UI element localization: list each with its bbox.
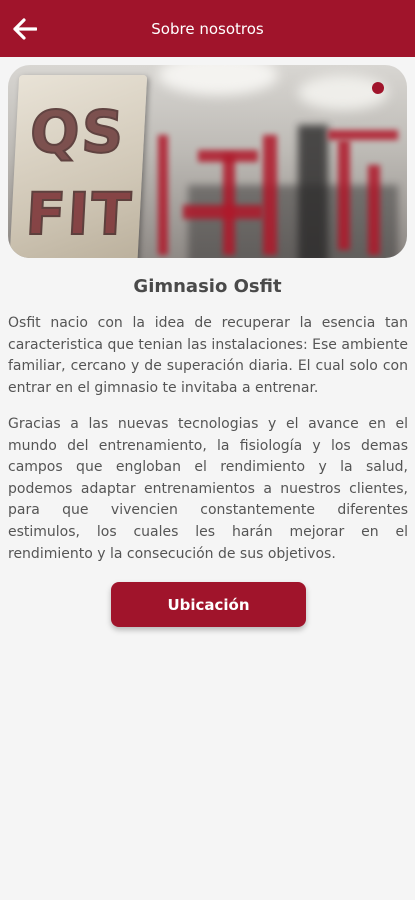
gym-rack [183,205,263,219]
arrow-left-icon [13,18,37,40]
back-button[interactable] [12,16,38,42]
gym-rack [328,130,398,140]
gym-rack [368,165,380,255]
gym-rack [338,140,350,250]
gym-rack [158,135,168,255]
page-title: Sobre nosotros [151,19,264,38]
sign-logo-text: QS [27,97,128,167]
gym-name-heading: Gimnasio Osfit [133,276,282,297]
carousel-indicator-dot[interactable] [372,82,384,94]
app-bar: Sobre nosotros [0,0,415,57]
gym-rack [263,135,277,255]
gym-floor-shadow [188,185,398,258]
location-button[interactable]: Ubicación [111,582,306,627]
ceiling-light [158,65,278,95]
osfit-sign: QS FIT [8,75,148,258]
hero-image[interactable]: QS FIT [8,65,407,258]
sign-logo-text: FIT [23,179,135,249]
about-paragraph-1: Osfit nacio con la idea de recuperar la … [8,315,408,396]
about-paragraph-2: Gracias a las nuevas tecnologias y el av… [8,416,408,562]
